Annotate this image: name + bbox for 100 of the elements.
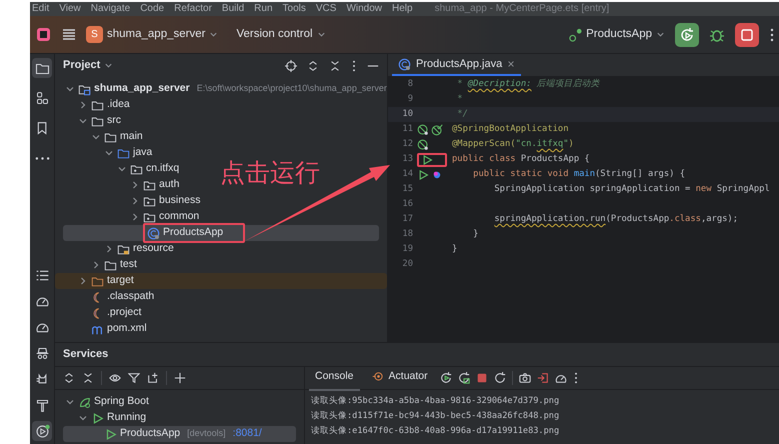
more-icon[interactable] [351,60,357,72]
tree-item[interactable]: shuma_app_server E:\soft\workspace\project10\shuma_app_server [63,81,387,97]
tree-item-label: java [133,145,152,160]
line-number: 13 [401,152,413,166]
tree-item[interactable]: Running [63,410,146,426]
module-icon [78,82,91,96]
collapse-all-icon[interactable] [82,372,94,384]
tree-item[interactable]: .classpath [63,289,154,305]
filter-icon[interactable] [128,372,140,384]
stop-button[interactable] [735,22,759,46]
stop-icon[interactable] [476,372,488,384]
code-line: public static void main(String[] args) { [472,168,686,181]
run-icon[interactable] [417,168,429,180]
chevron-right-icon[interactable] [78,100,88,110]
menu-item[interactable]: Run [254,2,273,16]
folder-icon [104,130,117,144]
close-icon[interactable] [507,60,516,68]
console-tab[interactable]: Console [309,367,360,390]
panel-title: Project [63,58,100,74]
menu-item[interactable]: VCS [316,2,336,16]
tree-item[interactable]: ProductsApp [devtools] :8081/ [63,426,296,442]
tree-item[interactable]: .project [63,305,142,321]
rerun-button[interactable] [675,22,699,46]
menu-item[interactable]: View [59,2,81,16]
console-tab[interactable]: Actuator [366,367,434,390]
tree-item[interactable]: business [63,193,200,209]
menu-item[interactable]: Code [140,2,164,16]
tree-item-label: .classpath [107,289,154,304]
tree-item[interactable]: main [63,129,143,145]
expand-all-icon[interactable] [63,372,75,384]
eye-icon[interactable] [109,372,121,384]
locate-icon[interactable] [285,60,297,72]
spy-icon [34,346,50,360]
tool-window-button[interactable] [32,58,52,78]
menu-icon[interactable] [61,27,76,42]
bean-icon[interactable] [417,138,429,150]
tree-item-label: src [107,113,121,128]
tree-item[interactable]: common [63,209,200,225]
tree-item[interactable]: .idea [63,97,130,113]
tree-item-label: business [159,193,200,208]
tree-item[interactable]: test [63,257,137,273]
chevron-down-icon[interactable] [65,397,75,407]
chevron-down-icon[interactable] [117,164,127,174]
chevron-down-icon[interactable] [78,116,88,126]
camera-icon[interactable] [518,372,531,384]
chevron-right-icon[interactable] [78,276,88,286]
menu-item[interactable]: Help [392,2,413,16]
run-config-selector[interactable]: ProductsApp [568,26,665,44]
line-number: 12 [401,138,413,151]
chevron-down-icon[interactable] [91,132,101,142]
console-line: 读取头像:e1647f0c-63b8-40a8-996a-d17a19911e83.png [310,425,560,438]
expand-all-icon[interactable] [307,60,319,72]
chevron-down-icon[interactable] [65,84,75,94]
tree-item[interactable]: cn.itfxq [63,161,180,177]
chevron-right-icon[interactable] [91,260,101,270]
menu-item[interactable]: Refactor [174,2,212,16]
menu-item[interactable]: Tools [282,2,306,16]
tree-item[interactable]: ProductsApp [63,225,379,241]
chevron-right-icon[interactable] [130,212,140,222]
tree-item[interactable]: Spring Boot [63,394,149,410]
exit-icon[interactable] [536,372,549,384]
bean-icon[interactable] [431,124,443,136]
caret-icon [104,61,114,70]
tree-item-label: pom.xml [107,321,147,336]
tree-item-hint: [devtools] [187,427,226,440]
tool-window-button[interactable] [32,421,52,441]
chevron-down-icon[interactable] [78,413,88,423]
chevron-down-icon[interactable] [104,148,114,158]
tree-item[interactable]: java [63,145,152,161]
menu-item[interactable]: Navigate [90,2,130,16]
vcs-selector[interactable]: Version control [236,26,326,44]
line-number: 9 [406,92,413,106]
tree-item[interactable]: src [63,113,121,129]
chevron-right-icon[interactable] [130,180,140,190]
code-line: @SpringBootApplication [452,122,569,136]
run-icon[interactable] [421,154,433,166]
collapse-all-icon[interactable] [329,60,341,72]
menu-item[interactable]: Window [346,2,382,16]
rerun-icon[interactable] [440,372,452,384]
tree-item[interactable]: resource [63,241,174,257]
project-selector[interactable]: S shuma_app_server [86,26,218,44]
bean-icon[interactable] [417,124,429,136]
chevron-right-icon[interactable] [130,196,140,206]
add-icon[interactable] [174,372,186,384]
chevron-right-icon[interactable] [104,244,114,254]
refresh-icon[interactable] [494,372,506,384]
line-number: 10 [401,108,413,121]
menu-item[interactable]: Build [222,2,244,16]
tree-item[interactable]: target [55,273,387,289]
more-icon[interactable] [769,26,775,42]
menu-item[interactable]: Edit [32,2,50,16]
tree-item[interactable]: pom.xml [63,321,147,337]
code-line: springApplication.run(ProductsApp.class,args); [493,212,738,226]
rerun-icon[interactable] [458,372,470,384]
tree-item-label: Spring Boot [94,394,149,410]
new-tab-icon[interactable] [147,372,159,384]
more-icon[interactable] [572,372,579,384]
gauge-icon[interactable] [554,372,567,384]
services-icon [34,424,50,438]
tree-item[interactable]: auth [63,177,180,193]
